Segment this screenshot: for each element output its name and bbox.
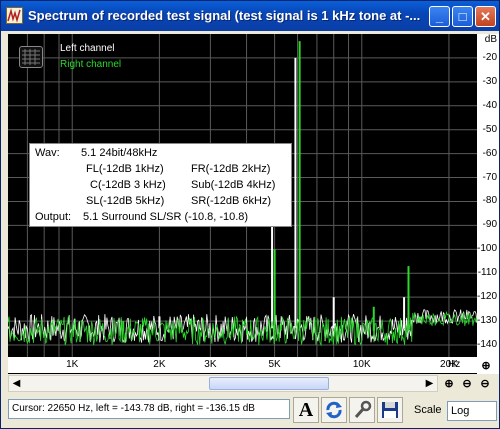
title-bar[interactable]: Spectrum of recorded test signal (test s… [1, 1, 499, 31]
signal-info-box: Wav: 5.1 24bit/48kHz FL(-12dB 1kHz) FR(-… [29, 143, 292, 227]
db-tick-label: -70 [482, 171, 497, 183]
frequency-axis: 1K 2K 3K 5K 10K 20K [8, 357, 477, 373]
x-unit-label: Hz [448, 359, 461, 370]
refresh-icon [326, 401, 342, 419]
font-button[interactable]: A [293, 397, 319, 423]
info-wav-value: 5.1 24bit/48kHz [81, 147, 158, 159]
freq-tick-label: 10K [352, 359, 371, 370]
db-tick-label: -130 [476, 315, 497, 327]
legend-right-channel: Right channel [60, 59, 122, 70]
save-button[interactable] [377, 397, 403, 423]
db-axis: dB -20 -30 -40 -50 -60 -70 -80 -90 -100 -110 -120 -1… [477, 34, 499, 374]
scroll-left-arrow-icon[interactable]: ◀ [9, 376, 24, 391]
zoom-reset-icon[interactable]: ⊖ [477, 376, 493, 392]
info-sr: SR(-12dB 6kHz) [191, 195, 272, 207]
info-fr: FR(-12dB 2kHz) [191, 163, 271, 175]
db-tick-label: -20 [482, 51, 497, 63]
legend-grid-icon[interactable] [19, 46, 43, 68]
minimize-button[interactable]: _ [429, 6, 450, 27]
close-button[interactable]: ✕ [475, 6, 496, 27]
cursor-status: Cursor: 22650 Hz, left = -143.78 dB, rig… [8, 399, 290, 419]
maximize-button[interactable]: □ [452, 6, 473, 27]
scale-label: Scale [414, 404, 442, 416]
info-c: C(-12dB 3 kHz) [90, 179, 166, 191]
freq-tick-label: 3K [204, 359, 217, 370]
info-fl: FL(-12dB 1kHz) [86, 163, 164, 175]
zoom-in-x-icon[interactable]: ⊕ [478, 358, 494, 374]
zoom-in-icon[interactable]: ⊕ [441, 376, 457, 392]
save-icon [382, 402, 398, 418]
window-title: Spectrum of recorded test signal (test s… [28, 8, 421, 23]
freq-tick-label: 2K [153, 359, 166, 370]
db-tick-label: -80 [482, 195, 497, 207]
db-tick-label: -40 [482, 99, 497, 111]
scroll-right-arrow-icon[interactable]: ▶ [422, 376, 437, 391]
freq-tick-label: 5K [268, 359, 281, 370]
db-tick-label: -110 [477, 267, 497, 279]
wrench-icon [354, 400, 372, 418]
zoom-out-icon[interactable]: ⊖ [459, 376, 475, 392]
db-tick-label: dB [484, 34, 497, 45]
font-icon: A [298, 399, 314, 421]
db-tick-label: -140 [476, 339, 497, 351]
frequency-scrollbar[interactable]: ◀ ▶ [8, 375, 438, 392]
db-tick-label: -90 [482, 219, 497, 231]
scale-select[interactable]: Log [447, 401, 497, 421]
db-tick-label: -50 [482, 123, 497, 135]
db-tick-label: -120 [476, 291, 497, 303]
freq-tick-label: 1K [66, 359, 79, 370]
settings-button[interactable] [349, 397, 375, 423]
info-wav-label: Wav: [35, 147, 60, 159]
spectrum-window: Spectrum of recorded test signal (test s… [0, 0, 500, 429]
db-tick-label: -60 [482, 147, 497, 159]
db-tick-label: -100 [476, 243, 497, 255]
legend-left-channel: Left channel [60, 43, 115, 54]
info-output-value: 5.1 Surround SL/SR (-10.8, -10.8) [83, 211, 249, 223]
refresh-button[interactable] [321, 397, 347, 423]
info-output-label: Output: [35, 211, 72, 223]
app-icon[interactable] [6, 7, 23, 24]
scrollbar-thumb[interactable] [209, 377, 329, 390]
db-tick-label: -30 [482, 75, 497, 87]
info-sl: SL(-12dB 5kHz) [86, 195, 165, 207]
info-sub: Sub(-12dB 4kHz) [191, 179, 276, 191]
